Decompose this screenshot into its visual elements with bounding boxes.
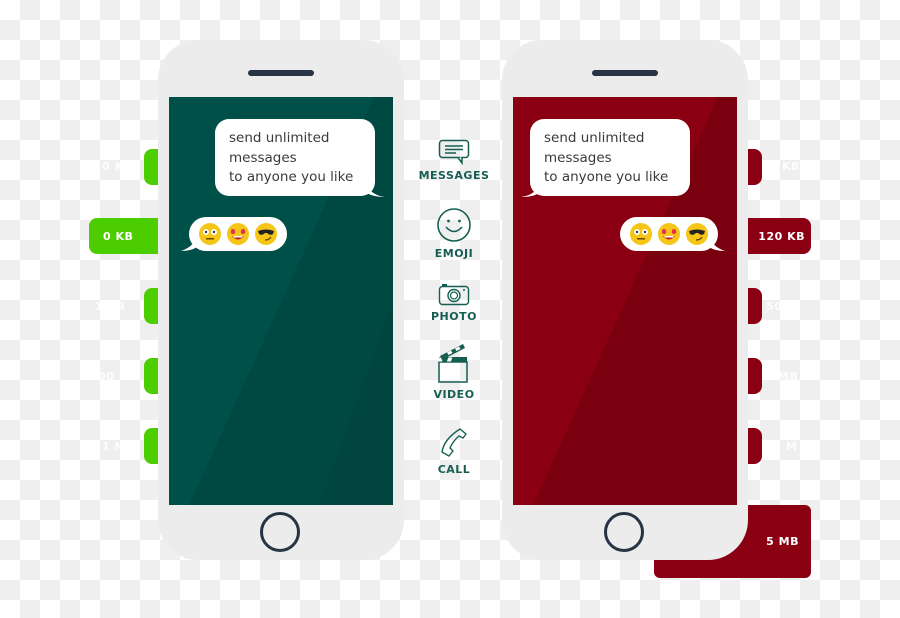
left-tab-active-label: 0 KB: [103, 229, 134, 243]
speaker-grille: [592, 70, 658, 76]
phone-icon: [441, 428, 467, 457]
left-tab-ghost-label: 00: [98, 370, 115, 383]
left-tab-ghost-label: 1 M: [102, 440, 126, 453]
right-tab-active-label: 120 KB: [758, 229, 805, 243]
heart-eyes-emoji: [227, 223, 249, 245]
message-bubble: send unlimited messages to anyone you li…: [530, 119, 690, 196]
cool-sunglasses-emoji: [255, 223, 277, 245]
message-icon: [438, 139, 470, 165]
right-tab-ghost-label: MB: [778, 370, 799, 383]
feature-call[interactable]: CALL: [409, 427, 499, 476]
right-tab-ghost-label: M: [786, 440, 798, 453]
message-line: send unlimited: [229, 130, 330, 146]
neutral-face-emoji: [199, 223, 221, 245]
neutral-face-emoji: [630, 223, 652, 245]
bubble-tail: [181, 237, 197, 251]
message-line: to anyone you like: [229, 169, 354, 185]
bubble-tail: [521, 185, 539, 197]
left-tab-ghost-label: 1 KB: [95, 300, 126, 313]
feature-messages[interactable]: MESSAGES: [409, 139, 499, 182]
feature-label: MESSAGES: [418, 169, 490, 182]
clapperboard-icon: [437, 344, 468, 383]
right-tab-ghost-label: 50: [766, 300, 783, 313]
emoji-bubble: [189, 217, 287, 251]
heart-eyes-emoji: [658, 223, 680, 245]
left-phone-screen: send unlimited messages to anyone you li…: [169, 97, 393, 505]
cool-sunglasses-emoji: [686, 223, 708, 245]
feature-label: CALL: [437, 463, 471, 476]
emoji-bubble: [620, 217, 718, 251]
right-tab-large-label: 5 MB: [766, 535, 799, 548]
message-line: to anyone you like: [544, 169, 669, 185]
smiley-icon: [437, 208, 471, 242]
feature-video[interactable]: VIDEO: [409, 342, 499, 401]
feature-label: EMOJI: [434, 247, 474, 260]
left-phone: send unlimited messages to anyone you li…: [158, 40, 404, 560]
left-tab-ghost-label: 0 K: [102, 160, 124, 173]
right-tab-active[interactable]: 120 KB: [740, 218, 811, 254]
home-button[interactable]: [604, 512, 644, 552]
feature-photo[interactable]: PHOTO: [409, 282, 499, 323]
right-phone-screen: send unlimited messages to anyone you li…: [513, 97, 737, 505]
speaker-grille: [248, 70, 314, 76]
right-phone: send unlimited messages to anyone you li…: [502, 40, 748, 560]
right-tab-ghost-label: KB: [782, 160, 800, 173]
feature-emoji[interactable]: EMOJI: [409, 207, 499, 260]
home-button[interactable]: [260, 512, 300, 552]
bubble-tail: [367, 185, 385, 197]
message-line: send unlimited: [544, 130, 645, 146]
bubble-tail: [709, 237, 725, 251]
camera-icon: [438, 284, 470, 306]
message-bubble: send unlimited messages to anyone you li…: [215, 119, 375, 196]
feature-label: VIDEO: [433, 388, 475, 401]
message-line: messages: [229, 149, 297, 166]
feature-label: PHOTO: [431, 310, 477, 323]
message-line: messages: [544, 149, 612, 166]
